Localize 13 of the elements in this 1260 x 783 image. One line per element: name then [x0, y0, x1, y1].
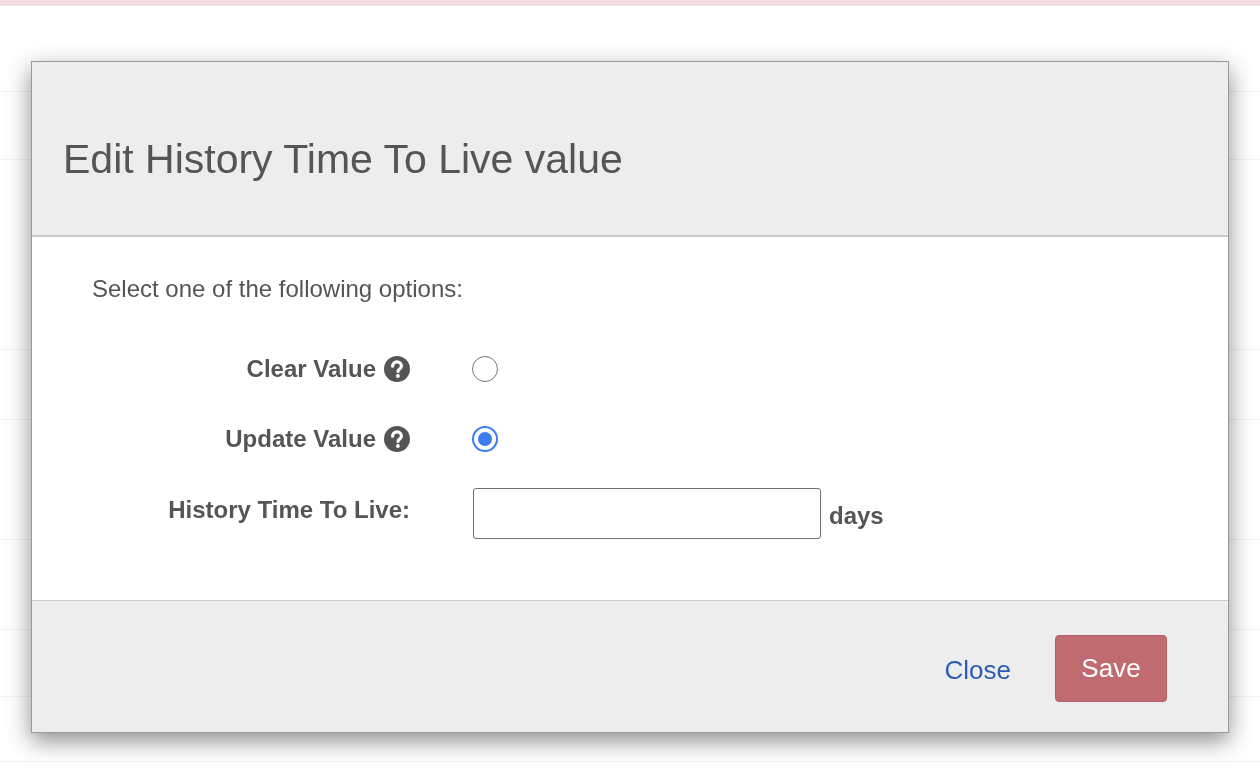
radio-button[interactable]	[472, 355, 498, 382]
help-icon[interactable]	[384, 425, 410, 452]
close-link[interactable]: Close	[944, 655, 1011, 686]
instruction-text: Select one of the following options:	[92, 274, 463, 303]
radio-button[interactable]	[472, 425, 498, 452]
field-label: History Time To Live:	[168, 496, 410, 524]
unit-label: days	[829, 504, 884, 531]
save-button[interactable]: Save	[1055, 635, 1167, 702]
option-label: Update Value	[225, 424, 376, 453]
help-icon[interactable]	[384, 355, 410, 382]
input-field[interactable]	[473, 488, 821, 539]
option-label: Clear Value	[246, 354, 376, 383]
dialog-title: Edit History Time To Live value	[63, 135, 623, 183]
